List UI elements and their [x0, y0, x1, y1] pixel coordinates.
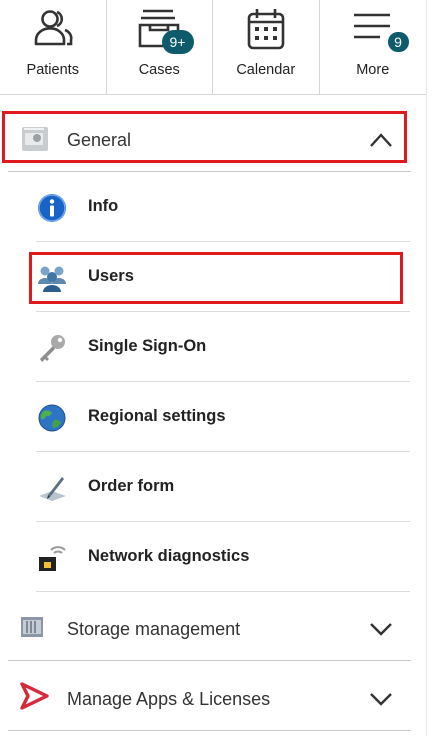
apps-divider [8, 730, 411, 731]
globe-icon [38, 404, 66, 432]
brand-logo-icon [20, 682, 49, 710]
menu-item-label: Network diagnostics [88, 547, 250, 565]
apps-section-header[interactable]: Manage Apps & Licenses [8, 664, 411, 730]
calendar-icon [247, 9, 285, 50]
storage-section-label: Storage management [67, 619, 241, 639]
menu-item-label: Info [88, 197, 119, 215]
menu-item-single-sign-on[interactable]: Single Sign-On [36, 312, 410, 382]
storage-divider [8, 660, 411, 661]
chevron-down-icon[interactable] [369, 691, 393, 707]
apps-section-label: Manage Apps & Licenses [67, 689, 271, 709]
menu-item-regional-settings[interactable]: Regional settings [36, 382, 410, 452]
network-icon [39, 546, 66, 571]
menu-item-label: Single Sign-On [88, 337, 207, 355]
users-highlight-box [29, 252, 403, 304]
nav-patients-button[interactable]: Patients [0, 0, 107, 94]
nav-more-label: More [356, 62, 390, 78]
nav-calendar-label: Calendar [236, 62, 296, 78]
menu-item-label: Order form [88, 477, 175, 495]
menu-item-order-form[interactable]: Order form [36, 452, 410, 522]
top-navigation-bar: Patients 9+ Cases Calendar 9 More [0, 0, 426, 95]
nav-more-button[interactable]: 9 More [320, 0, 427, 94]
menu-item-label: Regional settings [88, 407, 226, 425]
nav-cases-label: Cases [138, 62, 180, 78]
nav-calendar-button[interactable]: Calendar [213, 0, 320, 94]
more-count-badge: 9 [385, 30, 411, 54]
menu-item-info[interactable]: Info [36, 172, 410, 242]
nav-patients-label: Patients [26, 62, 79, 78]
scrollbar[interactable] [426, 0, 433, 736]
chevron-down-icon[interactable] [369, 621, 393, 637]
storage-section-header[interactable]: Storage management [8, 594, 411, 660]
storage-icon [21, 617, 43, 637]
nav-cases-button[interactable]: 9+ Cases [107, 0, 213, 94]
pen-form-icon [39, 477, 66, 501]
key-icon [40, 335, 65, 362]
cases-count-badge: 9+ [161, 30, 194, 54]
general-highlight-box [2, 111, 407, 163]
people-icon [34, 10, 73, 46]
info-icon [38, 194, 66, 222]
menu-item-network-diagnostics[interactable]: Network diagnostics [36, 522, 410, 592]
